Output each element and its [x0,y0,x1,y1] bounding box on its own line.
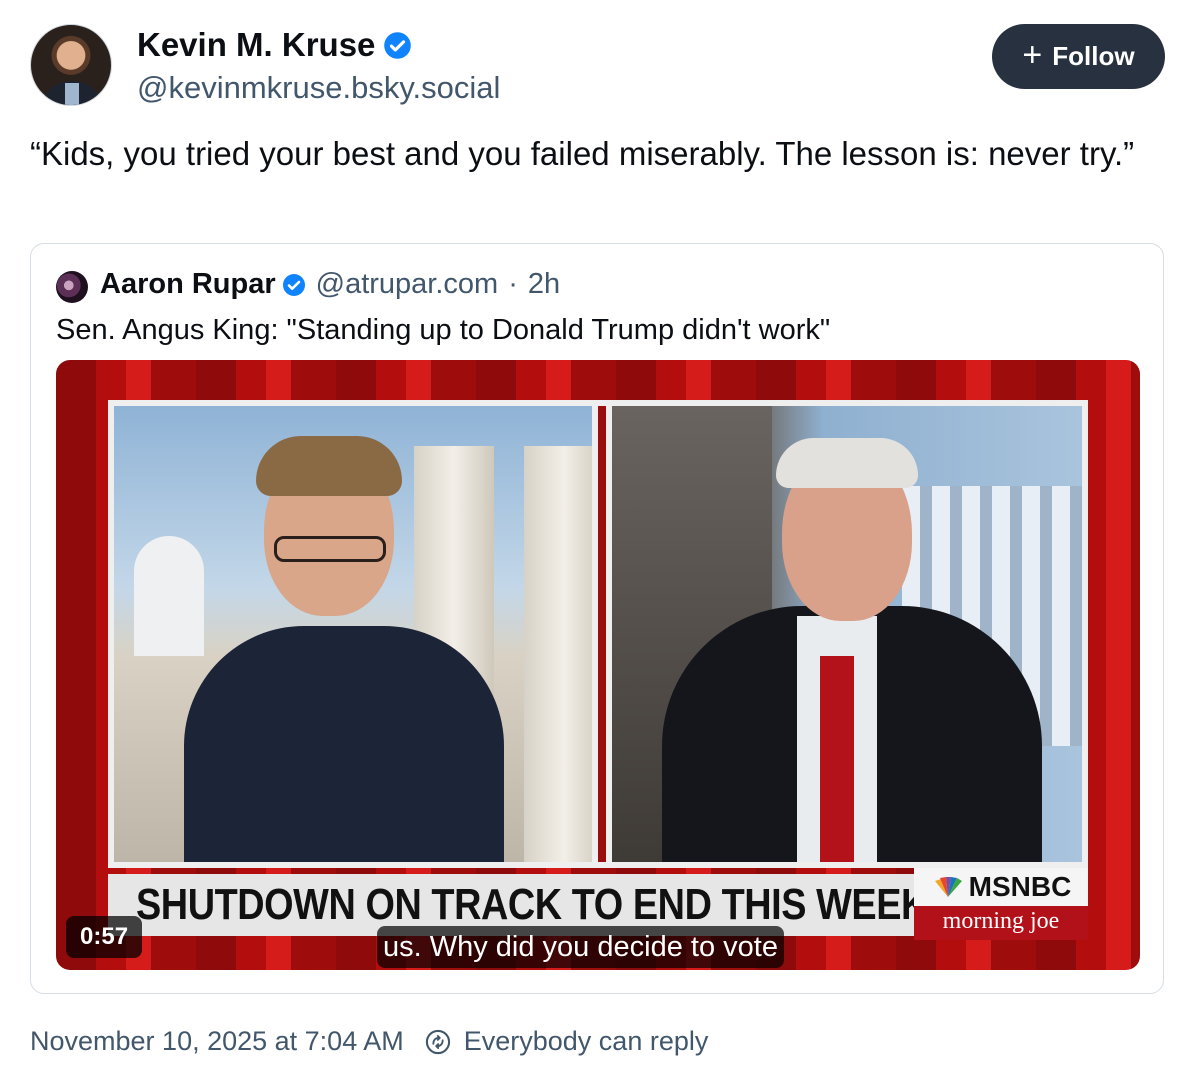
author-avatar[interactable] [30,24,112,106]
quote-time[interactable]: 2h [528,268,560,301]
video-left-panel [114,406,592,862]
post-footer: November 10, 2025 at 7:04 AM Everybody c… [30,1026,708,1057]
author-name[interactable]: Kevin M. Kruse [137,26,375,64]
post-timestamp[interactable]: November 10, 2025 at 7:04 AM [30,1026,404,1057]
author-name-row: Kevin M. Kruse [137,26,412,64]
peacock-icon [934,877,962,897]
quote-author-name[interactable]: Aaron Rupar [100,268,276,301]
verified-badge-icon [384,31,412,59]
video-headline: SHUTDOWN ON TRACK TO END THIS WEEK [136,880,928,929]
show-name: morning joe [942,908,1060,934]
verified-badge-icon [282,273,305,296]
host-body [184,626,504,862]
quoted-post[interactable]: Aaron Rupar @atrupar.com · 2h Sen. Angus… [30,243,1164,994]
quote-text: Sen. Angus King: "Standing up to Donald … [56,314,831,346]
quote-header: Aaron Rupar @atrupar.com · 2h [100,268,560,301]
network-logo: MSNBC [914,868,1088,906]
video-duration: 0:57 [66,916,143,958]
network-name: MSNBC [968,871,1072,902]
red-tie [820,656,854,862]
video-caption: us. Why did you decide to vote [377,926,784,968]
capitol-dome [134,536,204,656]
glasses [274,536,386,562]
plus-icon: + [1022,36,1043,74]
avatar-shirt [65,83,79,105]
video-right-panel [612,406,1082,862]
reply-restriction-icon [425,1029,450,1054]
author-handle[interactable]: @kevinmkruse.bsky.social [137,70,500,106]
quote-author-avatar[interactable] [56,271,88,303]
video-frame [108,400,1088,868]
follow-label: Follow [1052,41,1135,71]
quote-author-handle[interactable]: @atrupar.com [316,268,499,301]
quote-separator: · [508,268,518,300]
reply-setting[interactable]: Everybody can reply [464,1026,709,1057]
follow-button[interactable]: + Follow [992,24,1165,89]
video-player[interactable]: SHUTDOWN ON TRACK TO END THIS WEEK MSNBC… [56,360,1140,970]
post-text: “Kids, you tried your best and you faile… [30,135,1135,172]
